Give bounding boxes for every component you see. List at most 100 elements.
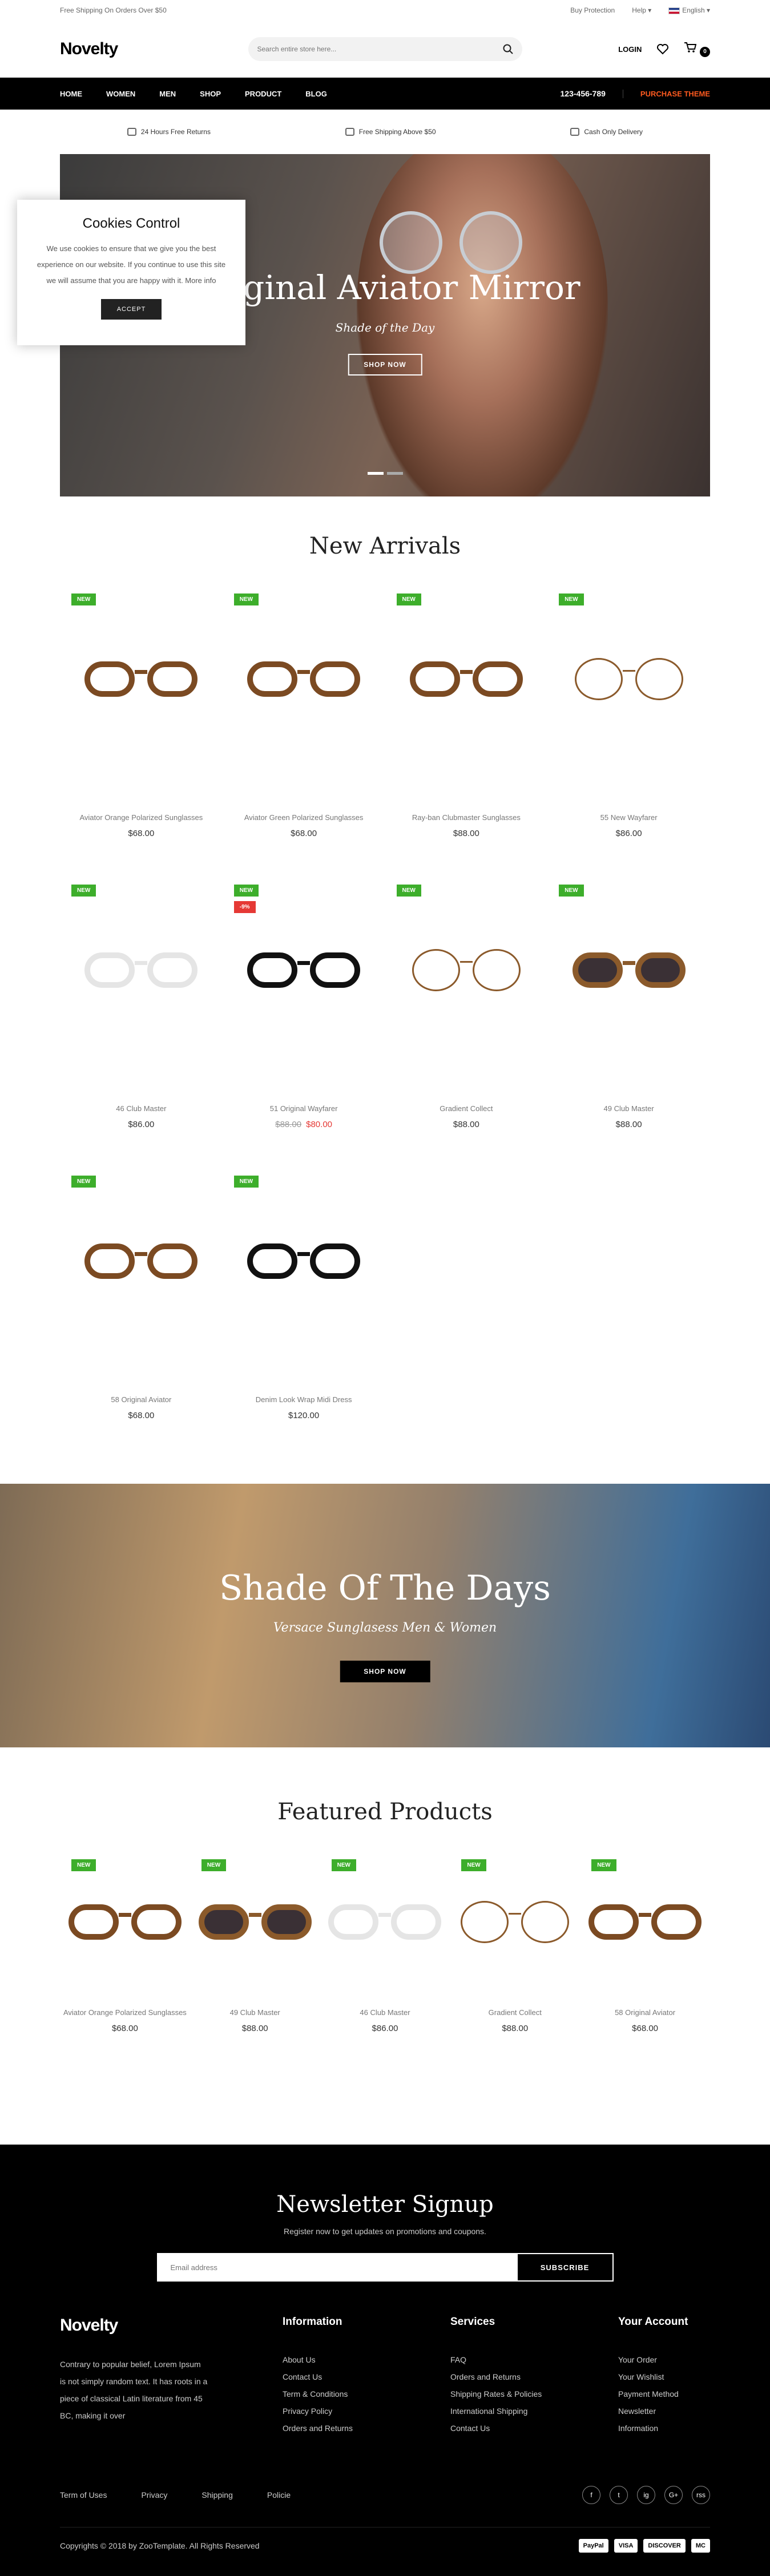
footer-link[interactable]: Shipping Rates & Policies xyxy=(450,2385,618,2403)
nav-shop[interactable]: SHOP xyxy=(200,90,221,98)
product-card[interactable]: NEW Aviator Orange Polarized Sunglasses $6… xyxy=(60,1854,190,2099)
buy-protection-link[interactable]: Buy Protection xyxy=(570,6,615,14)
subscribe-button[interactable]: SUBSCRIBE xyxy=(517,2254,612,2280)
product-name[interactable]: Denim Look Wrap Midi Dress xyxy=(223,1395,385,1405)
instagram-icon[interactable]: ig xyxy=(637,2486,655,2504)
product-image[interactable] xyxy=(450,1854,580,1990)
nav-women[interactable]: WOMEN xyxy=(106,90,135,98)
footer-link[interactable]: International Shipping xyxy=(450,2403,618,2420)
rss-icon[interactable]: rss xyxy=(692,2486,710,2504)
product-image[interactable] xyxy=(223,588,385,770)
privacy-link[interactable]: Privacy xyxy=(141,2490,167,2500)
footer-link[interactable]: Information xyxy=(618,2420,709,2437)
search-icon[interactable] xyxy=(503,44,513,54)
footer-account: Your Account Your Order Your Wishlist Pa… xyxy=(618,2316,709,2437)
glasses-icon xyxy=(409,661,523,697)
product-image[interactable] xyxy=(60,588,223,770)
newsletter-email-input[interactable] xyxy=(158,2254,518,2280)
product-image[interactable] xyxy=(60,1854,190,1990)
slider-dot-2[interactable] xyxy=(386,472,403,475)
terms-link[interactable]: Term of Uses xyxy=(60,2490,107,2500)
product-name[interactable]: 49 Club Master xyxy=(547,1104,710,1114)
product-card[interactable]: NEW Denim Look Wrap Midi Dress $120.00 xyxy=(223,1170,385,1461)
product-image[interactable] xyxy=(320,1854,450,1990)
footer-link[interactable]: Payment Method xyxy=(618,2385,709,2403)
product-name[interactable]: 46 Club Master xyxy=(60,1104,223,1114)
product-name[interactable]: 58 Original Aviator xyxy=(60,1395,223,1405)
product-card[interactable]: NEW 58 Original Aviator $68.00 xyxy=(580,1854,710,2099)
product-name[interactable]: 58 Original Aviator xyxy=(580,2008,710,2018)
product-name[interactable]: Gradient Collect xyxy=(450,2008,580,2018)
product-card[interactable]: NEW Ray-ban Clubmaster Sunglasses $88.00 xyxy=(385,588,548,879)
product-image[interactable] xyxy=(60,1170,223,1352)
footer-link[interactable]: FAQ xyxy=(450,2351,618,2368)
footer-link[interactable]: Your Wishlist xyxy=(618,2368,709,2385)
footer-link[interactable]: Contact Us xyxy=(450,2420,618,2437)
product-name[interactable]: 49 Club Master xyxy=(190,2008,320,2018)
footer-link[interactable]: Orders and Returns xyxy=(283,2420,450,2437)
product-name[interactable]: Aviator Orange Polarized Sunglasses xyxy=(60,813,223,823)
language-dropdown[interactable]: English ▾ xyxy=(668,6,710,14)
product-card[interactable]: NEW 46 Club Master $86.00 xyxy=(320,1854,450,2099)
payment-methods: PayPal VISA DISCOVER MC xyxy=(578,2539,710,2553)
nav-product[interactable]: PRODUCT xyxy=(245,90,281,98)
policie-link[interactable]: Policie xyxy=(267,2490,291,2500)
footer-logo[interactable]: Novelty xyxy=(60,2316,283,2335)
product-name[interactable]: 51 Original Wayfarer xyxy=(223,1104,385,1114)
product-card[interactable]: NEW Gradient Collect $88.00 xyxy=(450,1854,580,2099)
banner-shop-now-button[interactable]: SHOP NOW xyxy=(340,1661,430,1682)
help-dropdown[interactable]: Help ▾ xyxy=(632,6,651,14)
nav-men[interactable]: MEN xyxy=(159,90,176,98)
shipping-link[interactable]: Shipping xyxy=(201,2490,233,2500)
footer-link[interactable]: About Us xyxy=(283,2351,450,2368)
product-card[interactable]: NEW 49 Club Master $88.00 xyxy=(190,1854,320,2099)
glasses-icon xyxy=(461,1901,570,1943)
product-name[interactable]: Aviator Orange Polarized Sunglasses xyxy=(60,2008,190,2018)
product-image[interactable] xyxy=(547,879,710,1061)
product-image[interactable] xyxy=(385,588,548,770)
product-card[interactable]: NEW 55 New Wayfarer $86.00 xyxy=(547,588,710,879)
product-name[interactable]: Ray-ban Clubmaster Sunglasses xyxy=(385,813,548,823)
product-card[interactable]: NEW 46 Club Master $86.00 xyxy=(60,879,223,1170)
product-image[interactable] xyxy=(547,588,710,770)
facebook-icon[interactable]: f xyxy=(582,2486,600,2504)
product-image[interactable] xyxy=(580,1854,710,1990)
product-name[interactable]: Aviator Green Polarized Sunglasses xyxy=(223,813,385,823)
product-card[interactable]: NEW Aviator Orange Polarized Sunglasses $6… xyxy=(60,588,223,879)
new-badge: NEW xyxy=(71,593,96,605)
footer-link[interactable]: Privacy Policy xyxy=(283,2403,450,2420)
heart-icon[interactable] xyxy=(656,43,669,55)
hero-shop-now-button[interactable]: SHOP NOW xyxy=(348,354,422,376)
product-image[interactable] xyxy=(223,1170,385,1352)
footer-link[interactable]: Newsletter xyxy=(618,2403,709,2420)
slider-dot-1[interactable] xyxy=(367,472,384,475)
purchase-theme-link[interactable]: PURCHASE THEME xyxy=(622,89,710,98)
logo[interactable]: Novelty xyxy=(60,39,231,59)
product-image[interactable] xyxy=(190,1854,320,1990)
cart-button[interactable]: 0 xyxy=(684,42,710,57)
product-image[interactable] xyxy=(385,879,548,1061)
product-image[interactable] xyxy=(60,879,223,1061)
feature-shipping: Free Shipping Above $50 xyxy=(345,128,436,136)
product-name[interactable]: Gradient Collect xyxy=(385,1104,548,1114)
accept-cookies-button[interactable]: ACCEPT xyxy=(100,299,162,320)
nav-blog[interactable]: BLOG xyxy=(305,90,327,98)
cookie-title: Cookies Control xyxy=(82,216,180,231)
product-name[interactable]: 55 New Wayfarer xyxy=(547,813,710,823)
google-plus-icon[interactable]: G+ xyxy=(664,2486,683,2504)
product-card[interactable]: NEW -9% 51 Original Wayfarer $88.00 $80.00 xyxy=(223,879,385,1170)
new-badge: NEW xyxy=(396,593,421,605)
product-card[interactable]: NEW Gradient Collect $88.00 xyxy=(385,879,548,1170)
product-name[interactable]: 46 Club Master xyxy=(320,2008,450,2018)
footer-link[interactable]: Contact Us xyxy=(283,2368,450,2385)
search-input[interactable] xyxy=(257,45,503,53)
product-card[interactable]: NEW Aviator Green Polarized Sunglasses $68… xyxy=(223,588,385,879)
footer-link[interactable]: Orders and Returns xyxy=(450,2368,618,2385)
product-card[interactable]: NEW 49 Club Master $88.00 xyxy=(547,879,710,1170)
product-card[interactable]: NEW 58 Original Aviator $68.00 xyxy=(60,1170,223,1461)
nav-home[interactable]: HOME xyxy=(60,90,82,98)
footer-link[interactable]: Your Order xyxy=(618,2351,709,2368)
twitter-icon[interactable]: t xyxy=(610,2486,628,2504)
login-link[interactable]: LOGIN xyxy=(618,45,642,54)
footer-link[interactable]: Term & Conditions xyxy=(283,2385,450,2403)
